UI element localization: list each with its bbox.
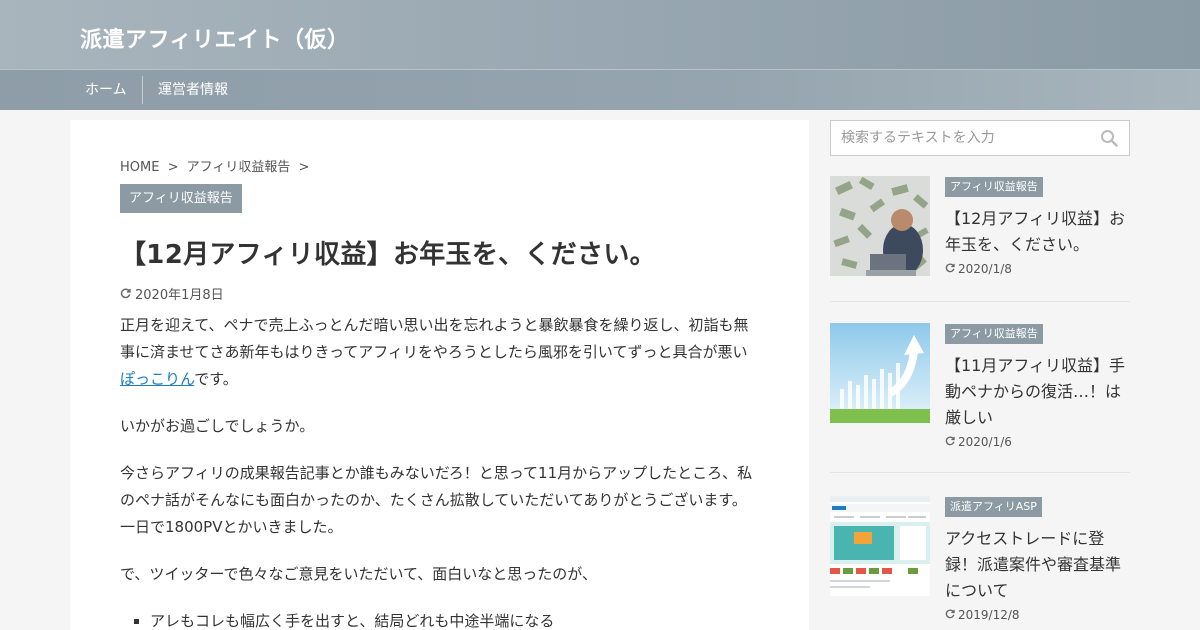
bullet-list: アレもコレも幅広く手を出すと、結局どれも中途半端になる <box>150 608 760 630</box>
post-title[interactable]: アクセストレードに登録！派遣案件や審査基準について <box>945 526 1130 604</box>
paragraph: 今さらアフィリの成果報告記事とか誰もみないだろ！と思って11月からアップしたとこ… <box>120 464 753 536</box>
nav-item-about[interactable]: 運営者情報 <box>158 70 228 110</box>
post-category[interactable]: アフィリ収益報告 <box>945 324 1043 344</box>
breadcrumb-home[interactable]: HOME <box>120 160 159 175</box>
divider <box>830 472 1130 473</box>
paragraph: 正月を迎えて、ペナで売上ふっとんだ暗い思い出を忘れようと暴飲暴食を繰り返し、初詣… <box>120 312 760 393</box>
search-form <box>830 120 1130 156</box>
refresh-icon <box>945 262 955 276</box>
article-title: 【12月アフィリ収益】お年玉を、ください。 <box>120 240 656 270</box>
sidebar: アフィリ収益報告 【12月アフィリ収益】お年玉を、ください。 2020/1/8 <box>830 120 1130 622</box>
post-thumbnail[interactable] <box>830 496 930 596</box>
breadcrumb-separator: > <box>167 160 179 175</box>
post-title[interactable]: 【12月アフィリ収益】お年玉を、ください。 <box>945 206 1130 258</box>
date-text: 2020年1月8日 <box>135 288 224 303</box>
site-header: 派遣アフィリエイト（仮） <box>0 0 1200 69</box>
category-label[interactable]: アフィリ収益報告 <box>120 184 242 213</box>
post-category[interactable]: アフィリ収益報告 <box>945 177 1043 197</box>
paragraph: で、ツイッターで色々なご意見をいただいて、面白いなと思ったのが、 <box>120 565 598 583</box>
list-item: アレもコレも幅広く手を出すと、結局どれも中途半端になる <box>150 608 760 630</box>
post-thumbnail[interactable] <box>830 176 930 276</box>
sidebar-post[interactable]: アフィリ収益報告 【11月アフィリ収益】手動ペナからの復活…！は厳しい 2020… <box>830 323 1130 473</box>
date-text: 2020/1/6 <box>958 435 1012 449</box>
breadcrumb-category[interactable]: アフィリ収益報告 <box>187 160 291 175</box>
nav-item-home[interactable]: ホーム <box>85 70 127 110</box>
breadcrumb: HOME > アフィリ収益報告 > <box>120 156 313 175</box>
main-content: HOME > アフィリ収益報告 > アフィリ収益報告 【12月アフィリ収益】お年… <box>70 120 809 630</box>
global-nav: ホーム 運営者情報 <box>0 69 1200 110</box>
paragraph-text: です。 <box>194 370 238 388</box>
nav-divider <box>142 76 143 104</box>
post-date: 2019/12/8 <box>945 608 1020 622</box>
paragraph-text: 正月を迎えて、ペナで売上ふっとんだ暗い思い出を忘れようと暴飲暴食を繰り返し、初詣… <box>120 316 749 361</box>
author-link[interactable]: ぽっこりん <box>120 370 194 388</box>
post-date: 2020/1/6 <box>945 435 1012 449</box>
refresh-icon <box>945 435 955 449</box>
search-button[interactable] <box>1099 129 1119 149</box>
refresh-icon <box>120 288 131 303</box>
sidebar-post[interactable]: アフィリ収益報告 【12月アフィリ収益】お年玉を、ください。 2020/1/8 <box>830 176 1130 302</box>
article-date: 2020年1月8日 <box>120 284 224 303</box>
post-title[interactable]: 【11月アフィリ収益】手動ペナからの復活…！は厳しい <box>945 353 1130 431</box>
date-text: 2020/1/8 <box>958 262 1012 276</box>
post-thumbnail[interactable] <box>830 323 930 423</box>
post-category[interactable]: 派遣アフィリASP <box>945 497 1042 517</box>
divider <box>830 301 1130 302</box>
search-input[interactable] <box>831 121 1091 155</box>
post-date: 2020/1/8 <box>945 262 1012 276</box>
article-body: 正月を迎えて、ペナで売上ふっとんだ暗い思い出を忘れようと暴飲暴食を繰り返し、初詣… <box>120 312 760 630</box>
sidebar-post[interactable]: 派遣アフィリASP アクセストレードに登録！派遣案件や審査基準について 2019… <box>830 496 1130 630</box>
search-icon <box>1100 130 1118 150</box>
refresh-icon <box>945 608 955 622</box>
site-title[interactable]: 派遣アフィリエイト（仮） <box>80 22 350 54</box>
paragraph: いかがお過ごしでしょうか。 <box>120 417 315 435</box>
breadcrumb-separator: > <box>298 160 310 175</box>
date-text: 2019/12/8 <box>958 608 1020 622</box>
